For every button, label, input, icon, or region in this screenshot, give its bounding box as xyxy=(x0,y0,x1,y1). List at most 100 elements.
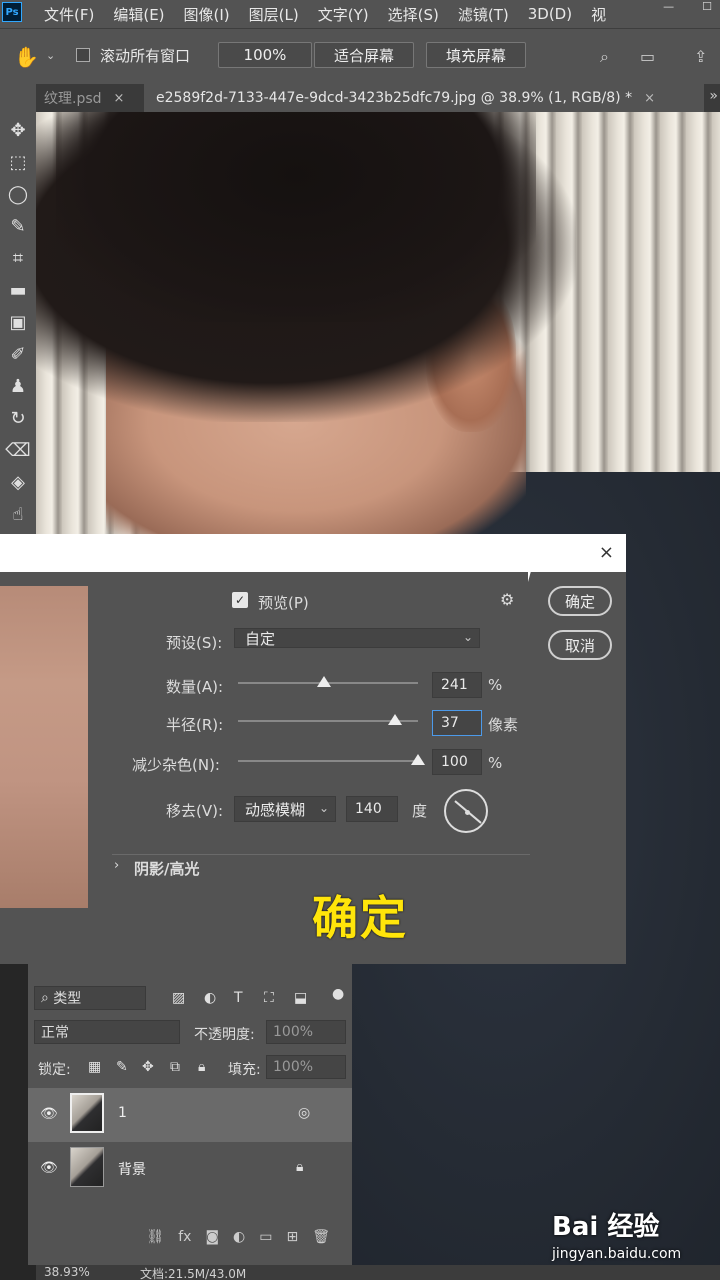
layer-row-background[interactable]: 👁︎ 背景 🔒︎ xyxy=(28,1142,352,1196)
menu-items: 文件(F) 编辑(E) 图像(I) 图层(L) 文字(Y) 选择(S) 滤镜(T… xyxy=(44,0,625,28)
marquee-tool-icon[interactable]: ⬚ xyxy=(3,148,33,176)
menu-filter[interactable]: 滤镜(T) xyxy=(458,4,509,25)
amount-slider-track[interactable] xyxy=(238,676,418,687)
layer-thumbnail xyxy=(70,1093,104,1133)
lock-all-icon[interactable]: 🔒︎ xyxy=(198,1059,205,1075)
fill-input[interactable]: 100% xyxy=(266,1055,346,1079)
folder-icon[interactable]: ▭ xyxy=(259,1229,272,1245)
baidu-watermark-logo: Bai 经验 xyxy=(552,1212,660,1242)
status-zoom[interactable]: 38.93% xyxy=(44,1265,90,1279)
tab-jpg-document[interactable]: e2589f2d-7133-447e-9dcd-3423b25dfc79.jpg… xyxy=(144,84,704,112)
eraser-tool-icon[interactable]: ⌫ xyxy=(3,436,33,464)
minimize-icon[interactable]: — xyxy=(663,0,674,13)
quick-select-tool-icon[interactable]: ✎ xyxy=(3,212,33,240)
adjustment-icon[interactable]: ◐ xyxy=(233,1229,245,1245)
fill-screen-button[interactable]: 填充屏幕 xyxy=(426,42,526,68)
tab-texture-psd[interactable]: 纹理.psd × xyxy=(36,84,144,112)
angle-input[interactable]: 140 xyxy=(346,796,398,822)
maximize-icon[interactable]: ☐ xyxy=(702,0,712,13)
baidu-watermark-url: jingyan.baidu.com xyxy=(552,1246,682,1262)
close-icon[interactable]: × xyxy=(644,91,655,106)
reduce-noise-slider-track[interactable] xyxy=(238,754,425,765)
layers-footer: ⛓ fx ◙ ◐ ▭ ⊞ 🗑︎ xyxy=(28,1222,352,1252)
close-icon[interactable]: × xyxy=(599,542,614,563)
gear-icon[interactable]: ⚙ xyxy=(500,590,514,609)
tools-panel: ✥ ⬚ ◯ ✎ ⌗ ▬ ▣ ✐ ♟ ↻ ⌫ ◈ ☝ xyxy=(0,84,36,534)
menu-edit[interactable]: 编辑(E) xyxy=(113,4,164,25)
crop-tool-icon[interactable]: ⌗ xyxy=(3,244,33,272)
menu-bar: Ps 文件(F) 编辑(E) 图像(I) 图层(L) 文字(Y) 选择(S) 滤… xyxy=(0,0,720,28)
menu-select[interactable]: 选择(S) xyxy=(388,4,439,25)
zoom-100-button[interactable]: 100% xyxy=(218,42,312,68)
scroll-all-checkbox[interactable] xyxy=(76,48,90,62)
amount-slider-handle[interactable] xyxy=(317,676,332,687)
type-filter-icon[interactable]: T xyxy=(234,990,243,1006)
radius-slider-track[interactable] xyxy=(238,714,418,725)
radius-label: 半径(R): xyxy=(166,716,224,734)
link-icon[interactable]: ⛓ xyxy=(146,1229,164,1245)
chevron-down-icon: ⌄ xyxy=(462,630,473,644)
workspace-icon[interactable]: ▭ xyxy=(640,47,655,66)
reduce-noise-slider-handle[interactable] xyxy=(411,754,425,765)
amount-input[interactable]: 241 xyxy=(432,672,482,698)
lasso-tool-icon[interactable]: ◯ xyxy=(3,180,33,208)
image-filter-icon[interactable]: ▨ xyxy=(172,990,185,1006)
chevron-right-icon[interactable]: › xyxy=(114,858,119,873)
search-icon[interactable]: ⌕ xyxy=(600,47,609,67)
menu-type[interactable]: 文字(Y) xyxy=(318,4,369,25)
lock-image-icon[interactable]: ✎ xyxy=(116,1059,128,1075)
preview-checkbox[interactable]: ✓ xyxy=(232,592,248,608)
stamp-tool-icon[interactable]: ♟ xyxy=(3,372,33,400)
lock-position-icon[interactable]: ✥ xyxy=(142,1059,154,1075)
radius-slider-handle[interactable] xyxy=(387,714,402,725)
share-icon[interactable]: ⇪ xyxy=(694,47,707,66)
angle-dial[interactable] xyxy=(444,789,488,833)
fit-screen-button[interactable]: 适合屏幕 xyxy=(314,42,414,68)
opacity-input[interactable]: 100% xyxy=(266,1020,346,1044)
menu-file[interactable]: 文件(F) xyxy=(44,4,94,25)
hand-tool-icon[interactable]: ✋ xyxy=(14,45,39,69)
mask-icon[interactable]: ◙ xyxy=(205,1229,219,1245)
trash-icon[interactable]: 🗑︎ xyxy=(312,1229,330,1245)
chevron-down-icon[interactable]: ⌄ xyxy=(46,49,55,62)
layer-row-1[interactable]: 👁︎ 1 ◎ xyxy=(28,1088,352,1142)
reduce-noise-input[interactable]: 100 xyxy=(432,749,482,775)
shadows-highlights-label[interactable]: 阴影/高光 xyxy=(134,858,199,879)
layer-filter-kind: 类型 xyxy=(53,991,82,1007)
move-tool-icon[interactable]: ✥ xyxy=(3,116,33,144)
preset-select[interactable]: 自定 ⌄ xyxy=(234,628,480,648)
shape-filter-icon[interactable]: ⛶ xyxy=(264,990,274,1006)
history-brush-icon[interactable]: ↻ xyxy=(3,404,33,432)
close-icon[interactable]: × xyxy=(114,91,125,106)
dialog-preview-image[interactable] xyxy=(0,586,88,908)
layer-filter-select[interactable]: ⌕ 类型 xyxy=(34,986,146,1010)
more-tabs-icon[interactable]: » xyxy=(709,88,718,104)
ok-button[interactable]: 确定 xyxy=(548,586,612,616)
paint-bucket-icon[interactable]: ◈ xyxy=(3,468,33,496)
reduce-noise-unit: % xyxy=(488,754,503,772)
radius-input[interactable]: 37 xyxy=(432,710,482,736)
adjustment-filter-icon[interactable]: ◐ xyxy=(204,990,216,1006)
menu-3d[interactable]: 3D(D) xyxy=(528,5,572,23)
tab-label: e2589f2d-7133-447e-9dcd-3423b25dfc79.jpg… xyxy=(156,90,633,106)
smart-object-filter-icon[interactable]: ⬓ xyxy=(294,990,307,1006)
patch-tool-icon[interactable]: ▣ xyxy=(3,308,33,336)
menu-view[interactable]: 视 xyxy=(591,4,606,25)
smudge-tool-icon[interactable]: ☝ xyxy=(3,500,33,528)
blend-mode-select[interactable]: 正常 xyxy=(34,1020,180,1044)
cancel-button[interactable]: 取消 xyxy=(548,630,612,660)
layer-name: 背景 xyxy=(118,1162,146,1178)
eye-icon[interactable]: 👁︎ xyxy=(40,1106,58,1122)
menu-image[interactable]: 图像(I) xyxy=(184,4,230,25)
brush-tool-icon[interactable]: ✐ xyxy=(3,340,33,368)
ruler-tool-icon[interactable]: ▬ xyxy=(3,276,33,304)
lock-pixels-icon[interactable]: ▦ xyxy=(88,1059,101,1075)
smart-filter-icon[interactable]: ◎ xyxy=(298,1105,310,1121)
new-layer-icon[interactable]: ⊞ xyxy=(286,1229,298,1245)
lock-artboard-icon[interactable]: ⧉ xyxy=(170,1059,180,1075)
eye-icon[interactable]: 👁︎ xyxy=(40,1160,58,1176)
remove-select[interactable]: 动感模糊 ⌄ xyxy=(234,796,336,822)
menu-layer[interactable]: 图层(L) xyxy=(249,4,299,25)
fx-icon[interactable]: fx xyxy=(178,1229,191,1245)
filter-toggle-icon[interactable]: ● xyxy=(332,986,344,1002)
